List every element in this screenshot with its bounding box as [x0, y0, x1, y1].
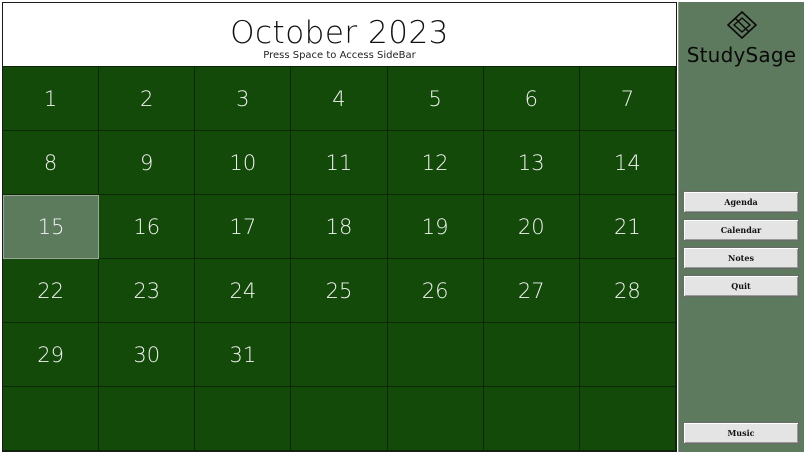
sidebar-hint: Press Space to Access SideBar — [263, 50, 416, 61]
calendar-empty-cell — [387, 323, 484, 387]
calendar-empty-cell — [291, 323, 388, 387]
diamond-logo-icon — [726, 10, 757, 40]
calendar-day[interactable]: 29 — [3, 323, 100, 387]
calendar-empty-cell — [291, 387, 388, 451]
calendar-empty-cell — [483, 323, 580, 387]
calendar-panel: October 2023 Press Space to Access SideB… — [2, 2, 677, 452]
calendar-empty-cell — [483, 387, 580, 451]
calendar-day-selected[interactable]: 15 — [3, 195, 100, 259]
calendar-day[interactable]: 2 — [99, 67, 196, 131]
calendar-day[interactable]: 21 — [579, 195, 676, 259]
calendar-day[interactable]: 13 — [483, 131, 580, 195]
calendar-empty-cell — [387, 387, 484, 451]
calendar-day[interactable]: 28 — [579, 259, 676, 323]
calendar-day[interactable]: 31 — [195, 323, 292, 387]
calendar-day[interactable]: 24 — [195, 259, 292, 323]
calendar-day[interactable]: 4 — [291, 67, 388, 131]
calendar-day[interactable]: 22 — [3, 259, 100, 323]
calendar-empty-cell — [579, 387, 676, 451]
calendar-day[interactable]: 17 — [195, 195, 292, 259]
calendar-day[interactable]: 11 — [291, 131, 388, 195]
calendar-day[interactable]: 3 — [195, 67, 292, 131]
calendar-day[interactable]: 19 — [387, 195, 484, 259]
studysage-logo: StudySage — [679, 10, 804, 67]
calendar-day[interactable]: 23 — [99, 259, 196, 323]
calendar-day[interactable]: 14 — [579, 131, 676, 195]
calendar-day[interactable]: 10 — [195, 131, 292, 195]
quit-button[interactable]: Quit — [683, 275, 799, 297]
calendar-day[interactable]: 8 — [3, 131, 100, 195]
calendar-empty-cell — [3, 387, 100, 451]
calendar-header: October 2023 Press Space to Access SideB… — [3, 3, 676, 66]
calendar-empty-cell — [579, 323, 676, 387]
calendar-grid: 1 2 3 4 5 6 7 8 9 10 11 12 13 14 15 16 1… — [3, 66, 676, 451]
notes-button[interactable]: Notes — [683, 247, 799, 269]
calendar-day[interactable]: 30 — [99, 323, 196, 387]
month-title: October 2023 — [230, 15, 449, 51]
agenda-button[interactable]: Agenda — [683, 191, 799, 213]
sidebar: StudySage Agenda Calendar Notes Quit Mus… — [678, 2, 804, 452]
calendar-day[interactable]: 20 — [483, 195, 580, 259]
calendar-day[interactable]: 6 — [483, 67, 580, 131]
calendar-day[interactable]: 1 — [3, 67, 100, 131]
calendar-button[interactable]: Calendar — [683, 219, 799, 241]
calendar-day[interactable]: 25 — [291, 259, 388, 323]
music-button[interactable]: Music — [683, 422, 799, 444]
calendar-day[interactable]: 18 — [291, 195, 388, 259]
calendar-day[interactable]: 5 — [387, 67, 484, 131]
app-window: October 2023 Press Space to Access SideB… — [0, 0, 806, 454]
calendar-day[interactable]: 27 — [483, 259, 580, 323]
calendar-day[interactable]: 12 — [387, 131, 484, 195]
calendar-day[interactable]: 26 — [387, 259, 484, 323]
calendar-empty-cell — [195, 387, 292, 451]
logo-text: StudySage — [686, 43, 797, 67]
calendar-day[interactable]: 9 — [99, 131, 196, 195]
calendar-day[interactable]: 16 — [99, 195, 196, 259]
calendar-day[interactable]: 7 — [579, 67, 676, 131]
calendar-empty-cell — [99, 387, 196, 451]
